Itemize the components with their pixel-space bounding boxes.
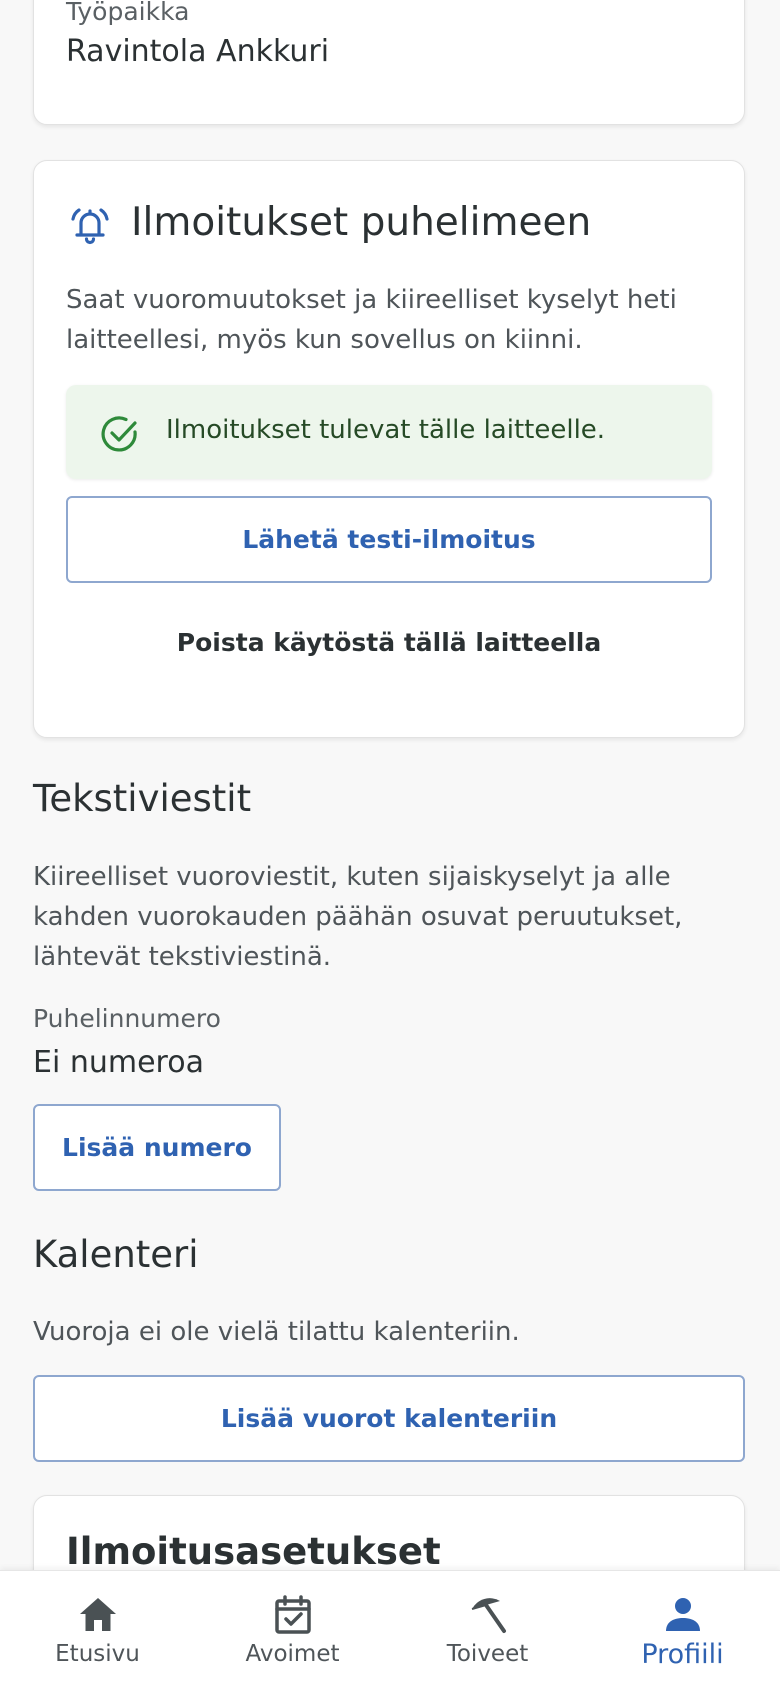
sms-title: Tekstiviestit <box>33 777 252 820</box>
disable-push-button[interactable]: Poista käytöstä tällä laitteella <box>66 628 712 657</box>
sms-description-line1: Kiireelliset vuoroviestit, kuten sijaisk… <box>33 862 671 892</box>
nav-item-home[interactable]: Etusivu <box>0 1571 195 1688</box>
person-icon <box>665 1598 700 1631</box>
nav-label-wishes: Toiveet <box>446 1641 529 1667</box>
push-description-line2: laitteellesi, myös kun sovellus on kiinn… <box>66 325 583 355</box>
calendar-check-icon <box>274 1595 311 1634</box>
calendar-description: Vuoroja ei ole vielä tilattu kalenteriin… <box>33 1317 520 1347</box>
workplace-value: Ravintola Ankkuri <box>66 34 330 69</box>
workplace-label: Työpaikka <box>66 0 190 26</box>
push-title: Ilmoitukset puhelimeen <box>131 200 592 245</box>
nav-label-open-shifts: Avoimet <box>245 1641 340 1667</box>
push-status-text: Ilmoitukset tulevat tälle laitteelle. <box>166 415 606 445</box>
nav-item-wishes[interactable]: Toiveet <box>390 1571 585 1688</box>
notification-settings-title: Ilmoitusasetukset <box>66 1530 441 1573</box>
bottom-navigation: Etusivu Avoimet Toiveet Profiili <box>0 1570 780 1688</box>
bell-ringing-icon <box>71 208 109 245</box>
phone-label: Puhelinnumero <box>33 1004 221 1033</box>
nav-item-profile[interactable]: Profiili <box>585 1571 780 1688</box>
calendar-title: Kalenteri <box>33 1233 199 1276</box>
nav-item-open-shifts[interactable]: Avoimet <box>195 1571 390 1688</box>
phone-value: Ei numeroa <box>33 1045 204 1080</box>
push-description-line1: Saat vuoromuutokset ja kiireelliset kyse… <box>66 285 677 315</box>
nav-label-home: Etusivu <box>55 1641 140 1667</box>
beach-umbrella-icon <box>471 1598 506 1633</box>
sms-description-line2: kahden vuorokauden päähän osuvat peruutu… <box>33 902 683 932</box>
send-test-notification-button[interactable]: Lähetä testi-ilmoitus <box>66 496 712 583</box>
add-shifts-to-calendar-button[interactable]: Lisää vuorot kalenteriin <box>33 1375 745 1462</box>
check-circle-icon <box>101 416 137 452</box>
add-phone-number-button[interactable]: Lisää numero <box>33 1104 281 1191</box>
nav-label-profile: Profiili <box>641 1639 724 1670</box>
home-icon <box>79 1598 116 1631</box>
sms-description-line3: lähtevät tekstiviestinä. <box>33 942 332 972</box>
